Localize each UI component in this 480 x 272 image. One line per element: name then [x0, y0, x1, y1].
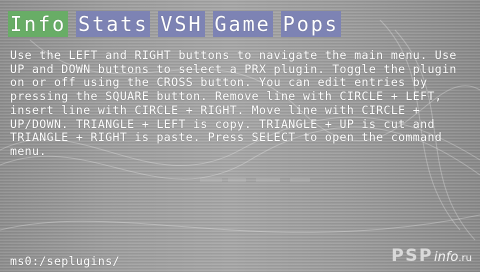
tab-vsh[interactable]: VSH [158, 11, 205, 37]
watermark-sub-text: info [433, 250, 459, 265]
psp-plugin-manager-screen: Info Stats VSH Game Pops Use the LEFT and RI… [0, 0, 480, 272]
current-path: ms0:/seplugins/ [10, 254, 120, 268]
main-menu-tabs: Info Stats VSH Game Pops [8, 11, 349, 37]
watermark-main-text: PSP [391, 246, 433, 266]
tab-pops[interactable]: Pops [280, 11, 341, 37]
tab-info[interactable]: Info [8, 11, 69, 37]
watermark-tld-text: .ru [458, 253, 472, 264]
pspinfo-watermark-logo: PSPinfo.ru [391, 246, 472, 268]
tab-stats[interactable]: Stats [76, 11, 151, 37]
info-help-text: Use the LEFT and RIGHT buttons to naviga… [10, 48, 457, 158]
tab-game[interactable]: Game [212, 11, 273, 37]
